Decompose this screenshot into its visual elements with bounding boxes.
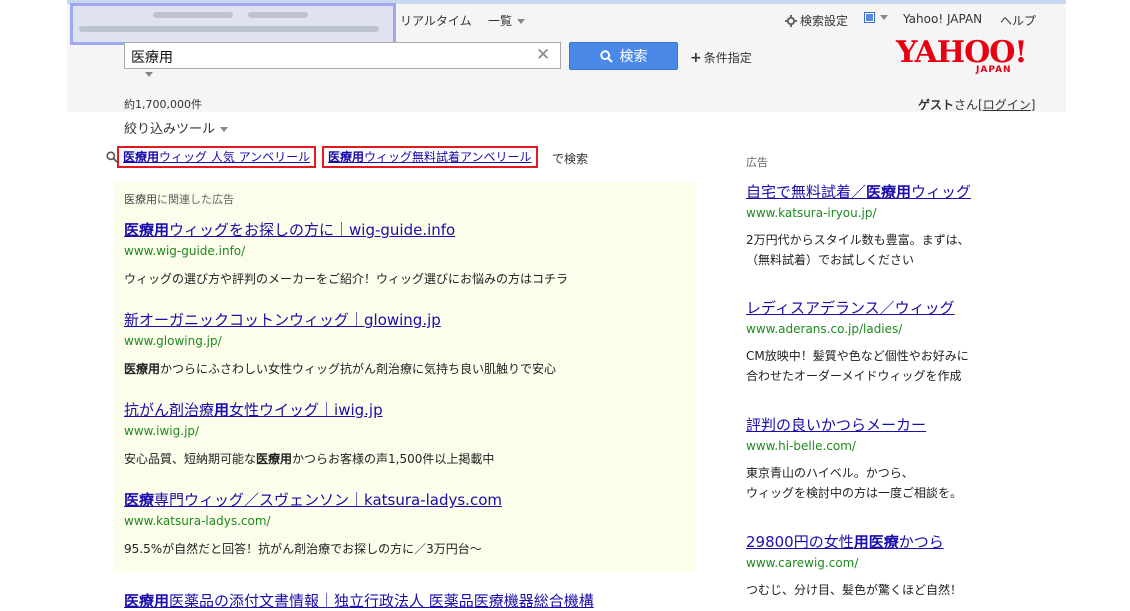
ad-title-4-bold: 医療 <box>124 491 155 509</box>
guest-name: ゲスト <box>918 98 955 112</box>
result-count: 約1,700,000件 <box>124 98 202 111</box>
result-title-cut-off[interactable]: 医療用医薬品の添付文書情報｜独立行政法人 医薬品医療機器総合機構 <box>124 590 594 611</box>
search-button[interactable]: 検索 <box>569 42 678 70</box>
ad-title-2[interactable]: 新オーガニックコットンウィッグ｜glowing.jp <box>124 309 441 330</box>
chevron-down-icon <box>517 19 526 24</box>
ad-title-1-bold: 医療用 <box>124 221 170 239</box>
search-button-label: 検索 <box>619 49 648 65</box>
ad-desc-2-rest: かつらにふさわしい女性ウィッグ抗がん剤治療に気持ち良い肌触りで安心 <box>160 362 557 376</box>
ad-title-3-pre: 抗がん剤治療 <box>124 401 215 419</box>
ad-title-3-bold: 用 <box>214 401 230 419</box>
filter-tool[interactable]: 絞り込みツール <box>124 118 229 137</box>
side-ad-title-1-pre: 自宅で無料試着／ <box>746 183 867 201</box>
blurred-tab-area <box>70 3 396 45</box>
ad-label: 医療用に関連した広告 <box>124 191 234 207</box>
guest-suffix: さん <box>954 98 979 112</box>
yahoo-logo[interactable]: YAHOO! <box>896 38 1036 78</box>
side-ad-title-4-bold: 用医療 <box>853 533 899 551</box>
suggestion-2[interactable]: 医療用ウィッグ無料試着アンベリール <box>322 146 538 168</box>
plus-icon: + <box>690 50 702 66</box>
side-ad-title-4-rest: かつら <box>898 533 944 551</box>
tab-realtime[interactable]: リアルタイム <box>400 12 472 29</box>
filter-tool-label: 絞り込みツール <box>124 122 216 137</box>
side-ad-label: 広告 <box>746 156 768 169</box>
side-ad-url-2: www.aderans.co.jp/ladies/ <box>746 322 903 336</box>
search-settings-link[interactable]: 検索設定 <box>785 12 848 29</box>
side-ad-desc-1-line-2: （無料試着）でお試しください <box>746 253 915 267</box>
result-title-cut-off-bold: 医療用 <box>124 592 170 610</box>
ad-desc-3-rest: かつらお客様の声1,500件以上掲載中 <box>292 452 495 466</box>
ad-title-1-rest: ウィッグをお探しの方に｜wig-guide.info <box>169 221 456 239</box>
suggestion-2-rest: ウィッグ無料試着アンベリール <box>364 150 532 164</box>
ad-desc-3-bold: 医療用 <box>256 452 293 466</box>
side-ad-title-1-rest: ウィッグ <box>911 183 972 201</box>
side-ad-desc-3-line-2: ウィッグを検討中の方は一度ご相談を。 <box>746 486 963 500</box>
side-ad-desc-3: 東京青山のハイベル。かつら、ウィッグを検討中の方は一度ご相談を。 <box>746 463 1026 503</box>
tab-list-label: 一覧 <box>488 14 513 28</box>
display-toggle[interactable] <box>864 12 888 23</box>
ad-desc-3-pre: 安心品質、短納期可能な <box>124 452 257 466</box>
ad-desc-2: 医療用かつらにふさわしい女性ウィッグ抗がん剤治療に気持ち良い肌触りで安心 <box>124 360 556 377</box>
ad-title-3-rest: 女性ウイッグ｜iwig.jp <box>229 401 383 419</box>
conditions-label: 条件指定 <box>703 51 752 65</box>
side-ad-title-4-pre: 29800円の女性 <box>746 533 854 551</box>
side-ad-title-1-bold: 医療用 <box>866 183 912 201</box>
side-ad-url-3: www.hi-belle.com/ <box>746 439 856 453</box>
tab-list[interactable]: 一覧 <box>488 12 526 29</box>
ad-label-bold: 医療用 <box>124 193 157 206</box>
side-ad-desc-4-line-1: つむじ、分け目、髪色が驚くほど自然！ <box>746 583 963 597</box>
ad-desc-4: 95.5%が自然だと回答！抗がん剤治療でお探しの方に／3万円台〜 <box>124 542 482 556</box>
ad-url-1: www.wig-guide.info/ <box>124 244 246 258</box>
help-link[interactable]: ヘルプ <box>1000 12 1036 29</box>
suggestion-2-bold: 医療用 <box>328 150 365 164</box>
side-ad-url-1: www.katsura-iryou.jp/ <box>746 206 877 220</box>
clear-icon[interactable]: ✕ <box>536 46 550 64</box>
search-settings-label: 検索設定 <box>800 14 849 28</box>
ad-desc-2-bold: 医療用 <box>124 362 161 376</box>
ad-title-4[interactable]: 医療専門ウィッグ／スヴェンソン｜katsura-ladys.com <box>124 489 502 510</box>
guest-info: ゲストさん[ログイン] <box>918 96 1035 113</box>
yahoo-logo-sub: JAPAN <box>976 65 1012 75</box>
ad-url-2: www.glowing.jp/ <box>124 334 222 348</box>
result-title-cut-off-rest: 医薬品の添付文書情報｜独立行政法人 医薬品医療機器総合機構 <box>169 592 594 610</box>
chevron-down-icon[interactable] <box>145 72 153 77</box>
side-ad-title-4[interactable]: 29800円の女性用医療かつら <box>746 531 944 552</box>
suggestion-1-bold: 医療用 <box>123 150 160 164</box>
ad-url-4: www.katsura-ladys.com/ <box>124 514 271 528</box>
side-ad-url-4: www.carewig.com/ <box>746 556 859 570</box>
suggestion-1-rest: ウィッグ 人気 アンベリール <box>159 150 311 164</box>
side-ad-desc-2: CM放映中！髪質や色など個性やお好みに 合わせたオーダーメイドウィッグを作成 <box>746 346 1026 386</box>
suggestion-suffix: で検索 <box>552 152 589 166</box>
ad-label-rest: に関連した広告 <box>157 193 234 206</box>
gear-icon <box>785 14 797 27</box>
chevron-down-icon <box>220 127 229 132</box>
yahoo-japan-link[interactable]: Yahoo! JAPAN <box>903 12 982 26</box>
side-ad-desc-4: つむじ、分け目、髪色が驚くほど自然！ <box>746 580 1026 600</box>
ad-title-4-rest: 専門ウィッグ／スヴェンソン｜katsura-ladys.com <box>154 491 502 509</box>
suggestion-1[interactable]: 医療用ウィッグ 人気 アンベリール <box>117 146 317 168</box>
side-ad-desc-1-line-1: 2万円代からスタイル数も豊富。まずは、 <box>746 233 970 247</box>
ad-title-3[interactable]: 抗がん剤治療用女性ウイッグ｜iwig.jp <box>124 399 383 420</box>
bracket-close: ] <box>1030 98 1036 112</box>
conditions-link[interactable]: + 条件指定 <box>690 49 752 66</box>
side-ad-desc-3-line-1: 東京青山のハイベル。かつら、 <box>746 466 914 480</box>
ad-url-3: www.iwig.jp/ <box>124 424 200 438</box>
ad-desc-3: 安心品質、短納期可能な医療用かつらお客様の声1,500件以上掲載中 <box>124 450 494 467</box>
ad-desc-1: ウィッグの選び方や評判のメーカーをご紹介！ウィッグ選びにお悩みの方はコチラ <box>124 272 569 286</box>
ad-title-1[interactable]: 医療用ウィッグをお探しの方に｜wig-guide.info <box>124 219 455 240</box>
side-ad-desc-1: 2万円代からスタイル数も豊富。まずは、 （無料試着）でお試しください <box>746 230 1026 270</box>
side-ad-desc-2-line-1: CM放映中！髪質や色など個性やお好みに <box>746 349 969 363</box>
side-ad-title-3[interactable]: 評判の良いかつらメーカー <box>746 414 926 435</box>
login-link[interactable]: ログイン <box>983 98 1031 112</box>
side-ad-desc-2-line-2: 合わせたオーダーメイドウィッグを作成 <box>746 369 962 383</box>
search-input[interactable] <box>124 42 561 69</box>
chevron-down-icon <box>880 15 888 20</box>
search-icon <box>599 49 613 63</box>
side-ad-title-2[interactable]: レディスアデランス／ウィッグ <box>746 297 955 318</box>
side-ad-title-1[interactable]: 自宅で無料試着／医療用ウィッグ <box>746 181 971 202</box>
window-icon <box>864 12 875 23</box>
